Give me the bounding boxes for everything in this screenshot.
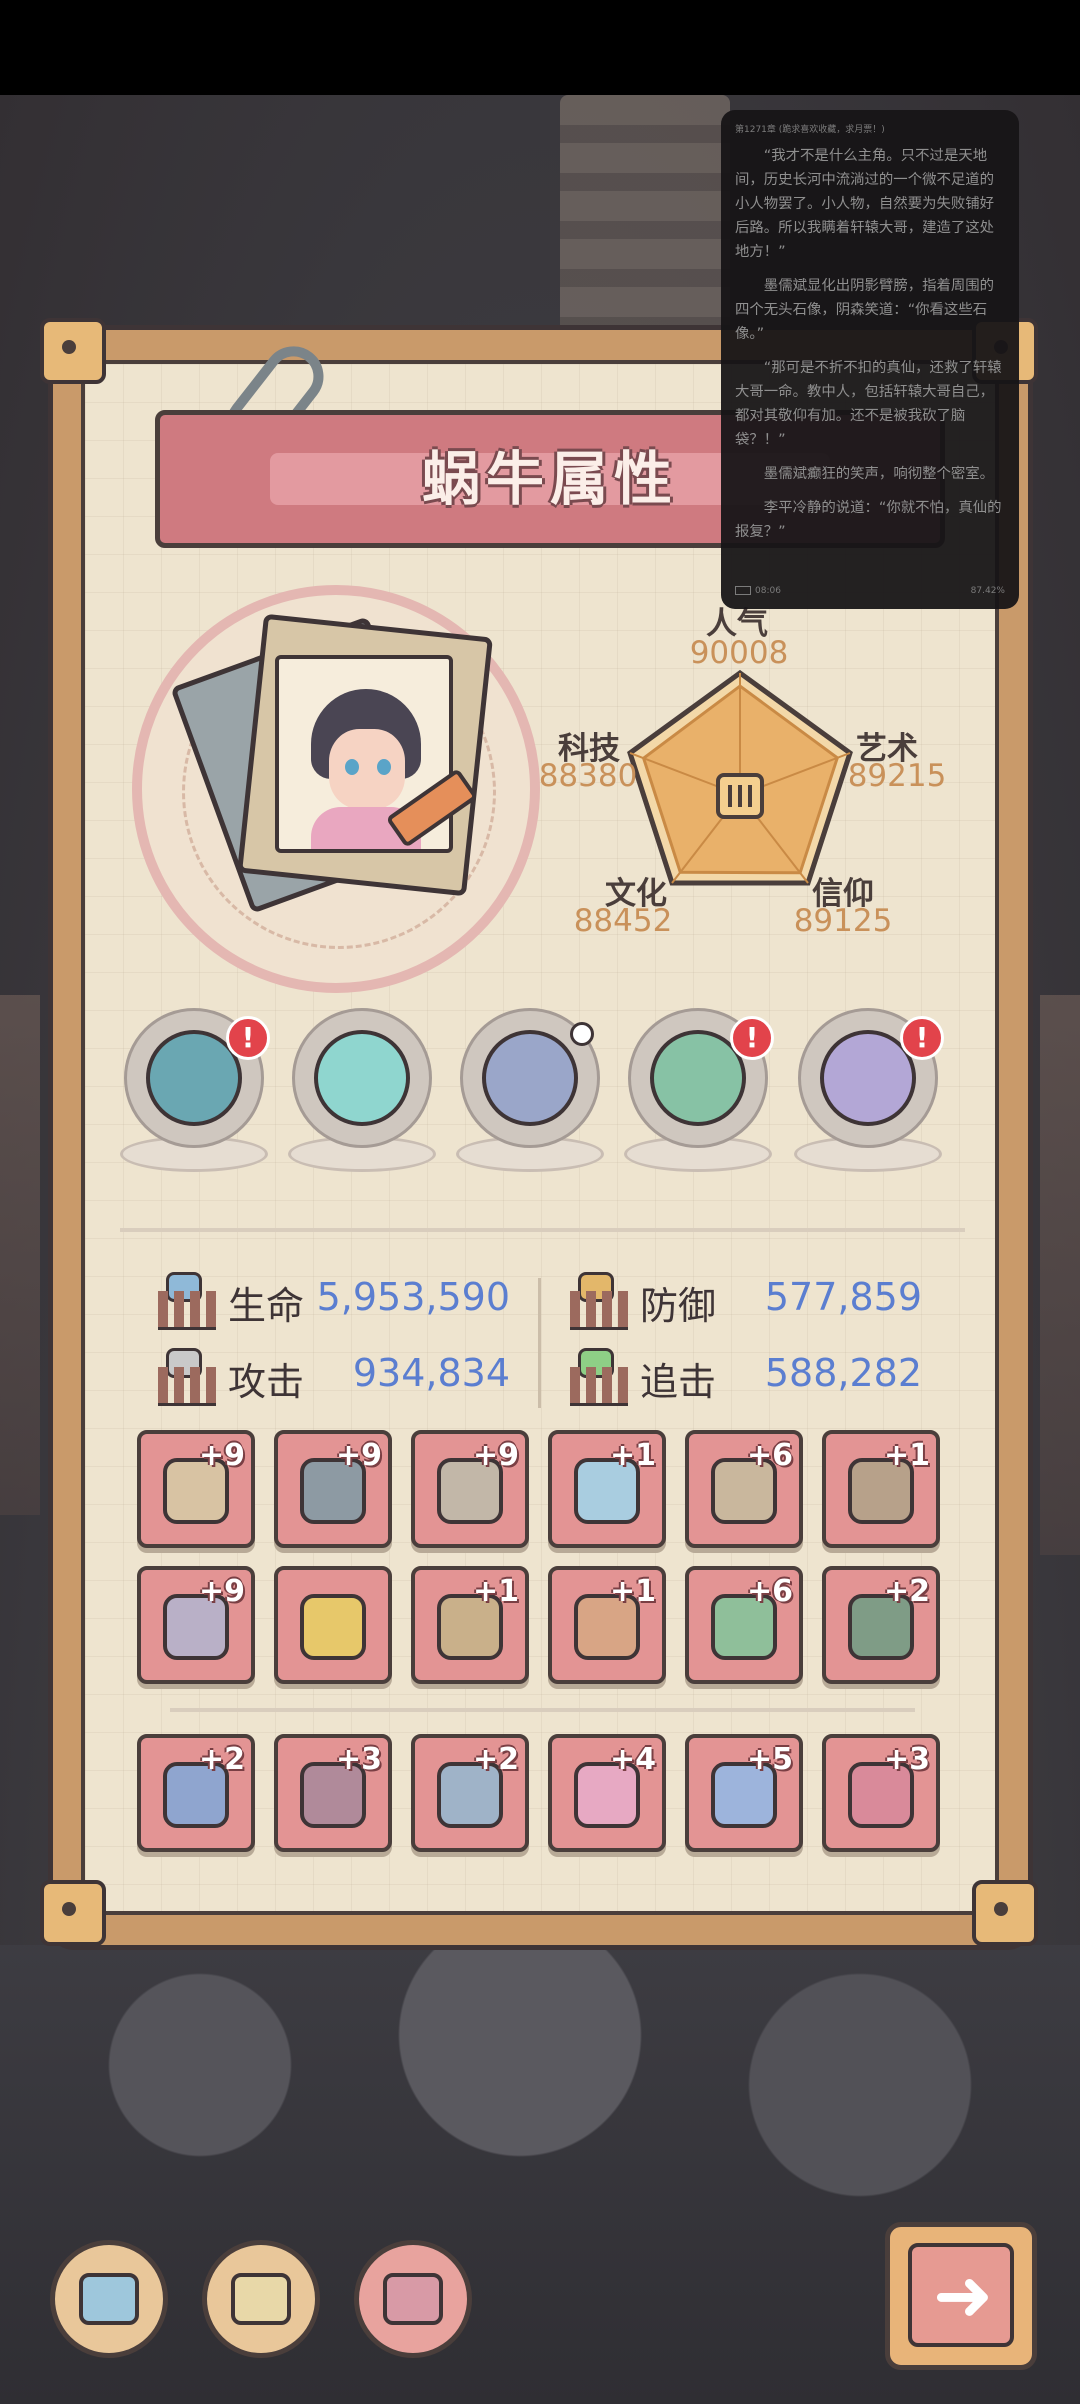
compass-icon bbox=[482, 1030, 578, 1126]
hp-value: 5,953,590 bbox=[316, 1275, 510, 1319]
pink-book-icon bbox=[383, 2273, 443, 2325]
defense-value: 577,859 bbox=[764, 1275, 922, 1319]
pink-book-button[interactable] bbox=[354, 2240, 472, 2358]
equip-ring-slot[interactable]: +9 bbox=[274, 1430, 392, 1548]
health-icon bbox=[158, 1272, 216, 1330]
radar-value-art: 89215 bbox=[847, 758, 947, 794]
section-divider bbox=[120, 1228, 965, 1232]
compass-orb[interactable] bbox=[456, 1008, 604, 1178]
equip-helmet-slot[interactable]: +2 bbox=[137, 1734, 255, 1852]
equip-boots-slot[interactable]: +3 bbox=[822, 1734, 940, 1852]
blue-book-button[interactable] bbox=[50, 2240, 168, 2358]
clock-badge-icon bbox=[570, 1022, 594, 1046]
next-button[interactable]: ➜ bbox=[885, 2222, 1037, 2370]
blue-book-icon bbox=[79, 2273, 139, 2325]
equip-pants-slot[interactable]: +6 bbox=[685, 1430, 803, 1548]
reader-footer: 08:06 87.42% bbox=[735, 579, 1005, 603]
beige-book-button[interactable] bbox=[202, 2240, 320, 2358]
equip-chain-armor-slot[interactable]: +9 bbox=[137, 1566, 255, 1684]
stat-divider bbox=[538, 1278, 541, 1408]
equip-amulet-slot[interactable]: +4 bbox=[548, 1734, 666, 1852]
alert-badge-icon: ! bbox=[900, 1016, 944, 1060]
chase-label: 追击 bbox=[640, 1360, 717, 1404]
spiral-shell-orb[interactable] bbox=[288, 1008, 436, 1178]
arrow-right-icon: ➜ bbox=[932, 2253, 994, 2337]
attack-value: 934,834 bbox=[352, 1351, 510, 1395]
reader-time: 08:06 bbox=[755, 586, 781, 596]
radar-value-popularity: 90008 bbox=[689, 635, 789, 671]
right-scenery bbox=[1040, 995, 1080, 1555]
fanged-monster-orb[interactable]: ! bbox=[120, 1008, 270, 1178]
defense-icon bbox=[570, 1272, 628, 1330]
golden-ring-icon bbox=[300, 1594, 366, 1660]
reader-paragraph: “那可是不折不扣的真仙，还救了轩辕大哥一命。教中人，包括轩辕大哥自己，都对其敬仰… bbox=[735, 360, 1002, 448]
reader-paragraph: “我才不是什么主角。只不过是天地间，历史长河中流淌过的一个微不足道的小人物罢了。… bbox=[735, 148, 995, 260]
equip-sword-slot[interactable]: +1 bbox=[548, 1430, 666, 1548]
equipment-divider bbox=[170, 1708, 915, 1712]
equip-winged-mask-slot[interactable]: +3 bbox=[274, 1734, 392, 1852]
panel-corner-tl bbox=[40, 318, 106, 384]
reader-paragraph: 李平冷静的说道：“你就不怕，真仙的报复？” bbox=[735, 500, 1002, 540]
chase-value: 588,282 bbox=[764, 1351, 922, 1395]
battery-icon bbox=[735, 586, 751, 595]
attack-icon bbox=[158, 1348, 216, 1406]
defense-label: 防御 bbox=[640, 1284, 717, 1328]
equip-knight-helm-slot[interactable]: +2 bbox=[411, 1734, 529, 1852]
spiral-shell-icon bbox=[314, 1030, 410, 1126]
chase-icon bbox=[570, 1348, 628, 1406]
reader-progress: 87.42% bbox=[970, 586, 1005, 596]
equip-gauntlet-slot[interactable]: +5 bbox=[685, 1734, 803, 1852]
alert-badge-icon: ! bbox=[730, 1016, 774, 1060]
equip-dagger-slot[interactable]: +9 bbox=[411, 1430, 529, 1548]
panel-corner-bl bbox=[40, 1880, 106, 1946]
equip-armor-slot[interactable]: +9 bbox=[137, 1430, 255, 1548]
equip-bow-slot[interactable]: +1 bbox=[411, 1566, 529, 1684]
green-swirl-orb[interactable]: ! bbox=[624, 1008, 774, 1178]
equip-spear-slot[interactable]: +1 bbox=[822, 1430, 940, 1548]
floating-reader-window[interactable]: 第1271章 (跪求喜欢收藏，求月票！) “我才不是什么主角。只不过是天地间，历… bbox=[721, 110, 1019, 609]
gem-cluster-orb[interactable]: ! bbox=[794, 1008, 944, 1178]
radar-value-belief: 89125 bbox=[793, 903, 893, 939]
radar-value-tech: 88380 bbox=[538, 758, 638, 794]
beige-book-icon bbox=[231, 2273, 291, 2325]
reader-paragraph: 墨儒斌癫狂的笑声，响彻整个密室。 bbox=[763, 466, 995, 482]
equip-golden-ring-slot[interactable] bbox=[274, 1566, 392, 1684]
attack-label: 攻击 bbox=[228, 1360, 305, 1404]
status-bar bbox=[0, 0, 1080, 95]
reader-chapter-header: 第1271章 (跪求喜欢收藏，求月票！) bbox=[735, 125, 885, 135]
hp-label: 生命 bbox=[228, 1284, 305, 1328]
equip-trident-slot[interactable]: +6 bbox=[685, 1566, 803, 1684]
left-scenery bbox=[0, 995, 40, 1515]
equip-backpack-slot[interactable]: +2 bbox=[822, 1566, 940, 1684]
alert-badge-icon: ! bbox=[226, 1016, 270, 1060]
panel-corner-br bbox=[972, 1880, 1038, 1946]
reader-paragraph: 墨儒斌显化出阴影臂膀，指着周围的四个无头石像，阴森笑道：“你看这些石像。” bbox=[735, 278, 995, 342]
equip-scepter-slot[interactable]: +1 bbox=[548, 1566, 666, 1684]
radar-value-culture: 88452 bbox=[573, 903, 673, 939]
